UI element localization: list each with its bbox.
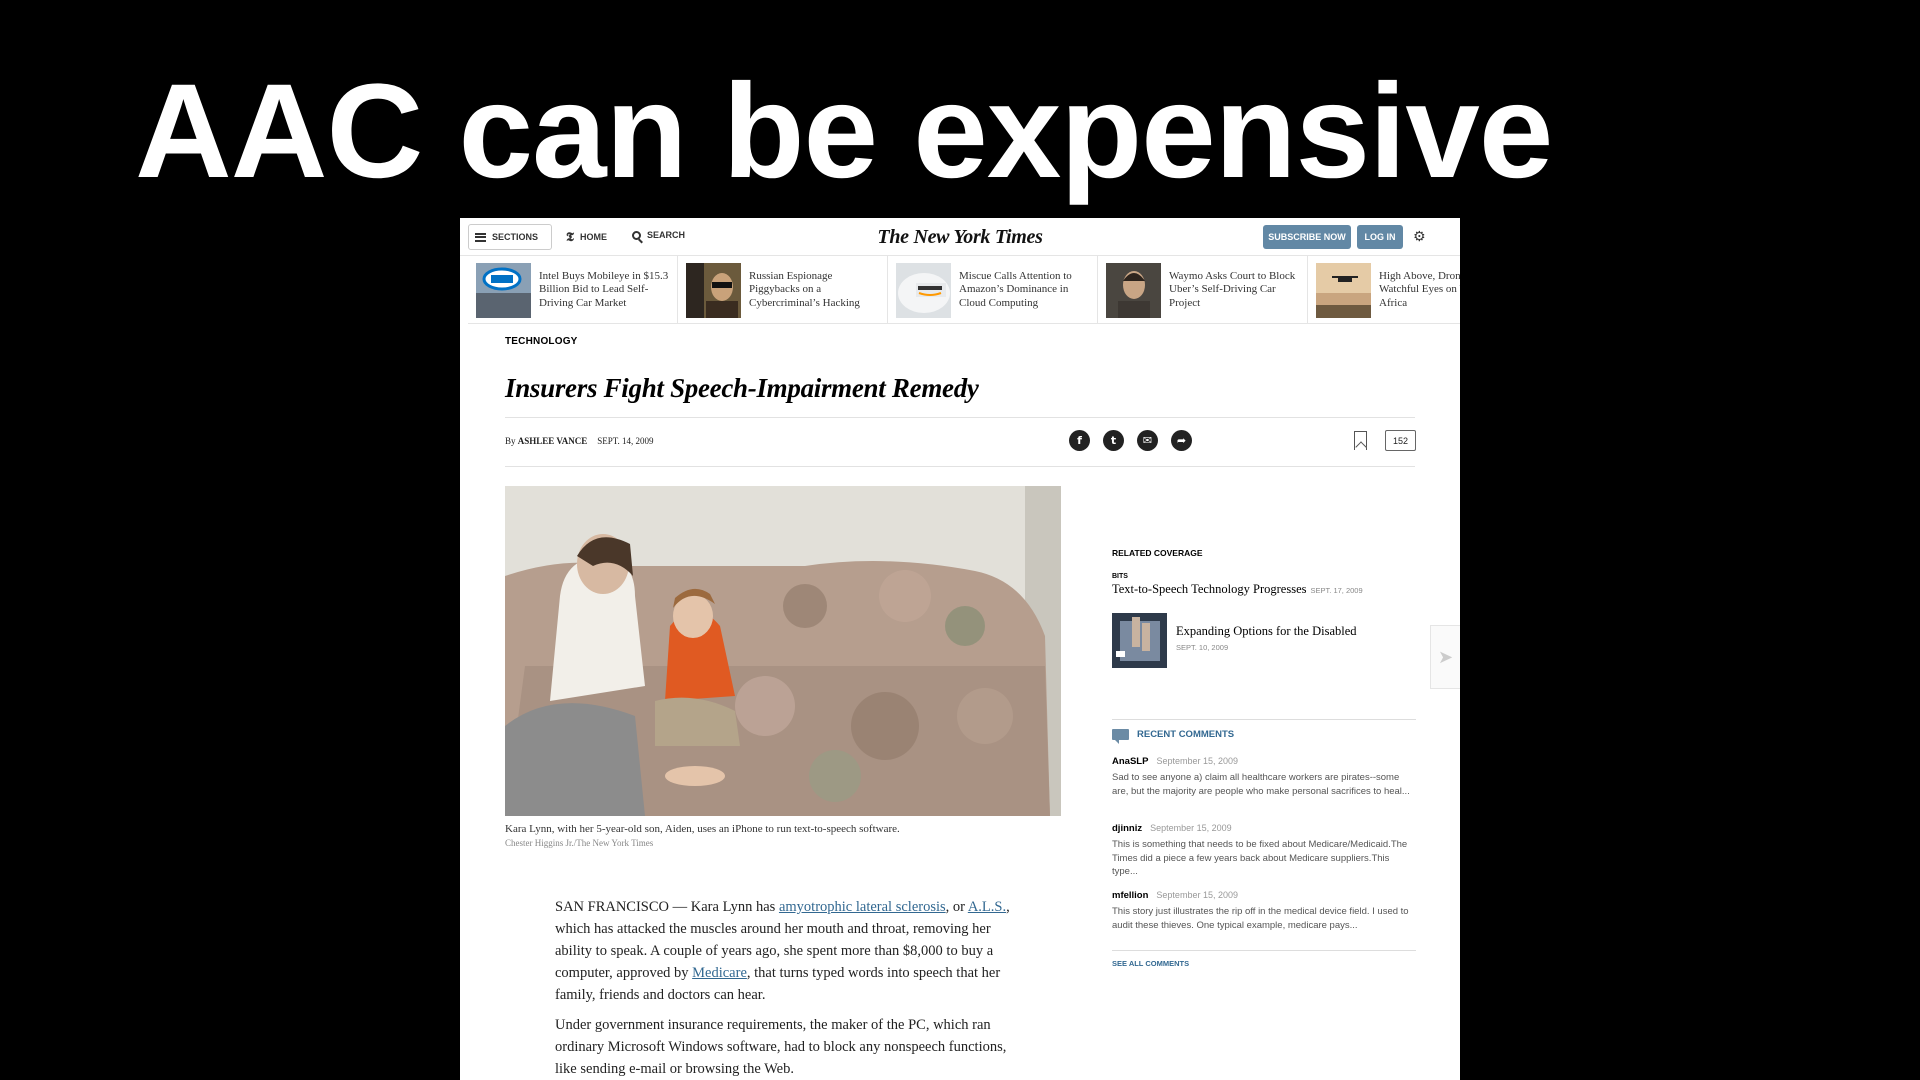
ribbon-headline: Russian Espionage Piggybacks on a Cyberc… [749, 269, 860, 309]
gear-icon[interactable]: ⚙ [1413, 230, 1427, 244]
ribbon-headline: Intel Buys Mobileye in $15.3 Billion Bid… [539, 269, 669, 309]
story-ribbon: Intel Buys Mobileye in $15.3 Billion Bid… [468, 256, 1460, 324]
comment-count-button[interactable]: 152 [1385, 430, 1416, 451]
divider [1112, 950, 1416, 951]
related-date: SEPT. 17, 2009 [1310, 586, 1363, 595]
bookmark-icon[interactable] [1354, 431, 1367, 450]
section-kicker[interactable]: TECHNOLOGY [505, 336, 578, 347]
byline: By ASHLEE VANCE SEPT. 14, 2009 [505, 436, 654, 446]
next-article-arrow-icon[interactable]: ➤ [1430, 625, 1460, 689]
comment-date: September 15, 2009 [1156, 756, 1238, 766]
comment-user[interactable]: AnaSLP [1112, 756, 1148, 767]
top-nav: SECTIONS 𝕿 HOME SEARCH The New York Time… [460, 218, 1460, 256]
comment-date: September 15, 2009 [1150, 823, 1232, 833]
see-all-comments-link[interactable]: SEE ALL COMMENTS [1112, 959, 1189, 968]
ribbon-thumb-drone [1316, 262, 1371, 318]
divider [505, 466, 1415, 467]
ribbon-thumb-waymo [1106, 262, 1161, 318]
comment-text: This is something that needs to be fixed… [1112, 839, 1408, 877]
article-headline: Insurers Fight Speech-Impairment Remedy [505, 373, 979, 403]
comment-item[interactable]: mfellion September 15, 2009 This story ju… [1112, 885, 1412, 932]
article-photo [505, 486, 1061, 816]
als-abbrev-link[interactable]: A.L.S. [968, 899, 1006, 915]
article-paragraph: Under government insurance requirements,… [555, 1017, 1007, 1077]
comment-text: Sad to see anyone a) claim all healthcar… [1112, 772, 1410, 797]
ribbon-headline: Waymo Asks Court to Block Uber’s Self-Dr… [1169, 269, 1296, 309]
email-icon[interactable]: ✉ [1137, 430, 1158, 451]
ribbon-thumb-amazon [896, 262, 951, 318]
twitter-icon[interactable]: t [1103, 430, 1124, 451]
author-name[interactable]: ASHLEE VANCE [518, 436, 587, 446]
comment-item[interactable]: djinniz September 15, 2009 This is someth… [1112, 818, 1412, 879]
article-paragraph: SAN FRANCISCO — Kara Lynn has amyotrophi… [555, 896, 1025, 1006]
comment-item[interactable]: AnaSLP September 15, 2009 Sad to see anyo… [1112, 751, 1412, 798]
medicare-link[interactable]: Medicare [692, 965, 747, 981]
ribbon-item[interactable]: Intel Buys Mobileye in $15.3 Billion Bid… [468, 256, 678, 324]
related-thumb[interactable] [1112, 613, 1167, 668]
related-coverage-label: RELATED COVERAGE [1112, 548, 1203, 558]
paragraph-text: , or [945, 899, 968, 915]
share-icon[interactable]: ➦ [1171, 430, 1192, 451]
slide-title: AAC can be expensive [135, 57, 1553, 206]
related-item[interactable]: Text-to-Speech Technology Progresses SEPT… [1112, 582, 1363, 597]
recent-comments-header: RECENT COMMENTS [1112, 729, 1235, 744]
subscribe-button[interactable]: SUBSCRIBE NOW [1263, 225, 1351, 249]
facebook-icon[interactable]: f [1069, 430, 1090, 451]
login-button[interactable]: LOG IN [1357, 225, 1403, 249]
paragraph-text: SAN FRANCISCO — Kara Lynn has [555, 899, 779, 915]
divider [1112, 719, 1416, 720]
comment-user[interactable]: mfellion [1112, 890, 1148, 901]
ribbon-thumb-intel [476, 262, 531, 318]
publish-date: SEPT. 14, 2009 [597, 436, 654, 446]
byline-prefix: By [505, 436, 516, 446]
recent-comments-label: RECENT COMMENTS [1137, 729, 1235, 740]
comment-text: This story just illustrates the rip off … [1112, 906, 1409, 931]
related-date: SEPT. 10, 2009 [1176, 643, 1229, 652]
photo-caption: Kara Lynn, with her 5-year-old son, Aide… [505, 823, 900, 835]
ribbon-headline: High Above, Drones Keep Watchful Eyes on… [1379, 269, 1460, 309]
related-title: Text-to-Speech Technology Progresses [1112, 582, 1307, 596]
ribbon-item[interactable]: Miscue Calls Attention to Amazon’s Domin… [888, 256, 1098, 324]
article-screenshot: SECTIONS 𝕿 HOME SEARCH The New York Time… [460, 218, 1460, 1080]
bits-label: BITS [1112, 573, 1128, 580]
ribbon-thumb-espionage [686, 262, 741, 318]
comment-date: September 15, 2009 [1156, 890, 1238, 900]
comment-user[interactable]: djinniz [1112, 823, 1142, 834]
ribbon-item[interactable]: Russian Espionage Piggybacks on a Cyberc… [678, 256, 888, 324]
ribbon-headline: Miscue Calls Attention to Amazon’s Domin… [959, 269, 1072, 309]
ribbon-item[interactable]: Waymo Asks Court to Block Uber’s Self-Dr… [1098, 256, 1308, 324]
divider [505, 417, 1415, 418]
comment-icon [1112, 729, 1129, 744]
photo-credit: Chester Higgins Jr./The New York Times [505, 838, 654, 848]
ribbon-item[interactable]: High Above, Drones Keep Watchful Eyes on… [1308, 256, 1460, 324]
als-link[interactable]: amyotrophic lateral sclerosis [779, 899, 946, 915]
related-title[interactable]: Expanding Options for the Disabled [1176, 624, 1357, 639]
